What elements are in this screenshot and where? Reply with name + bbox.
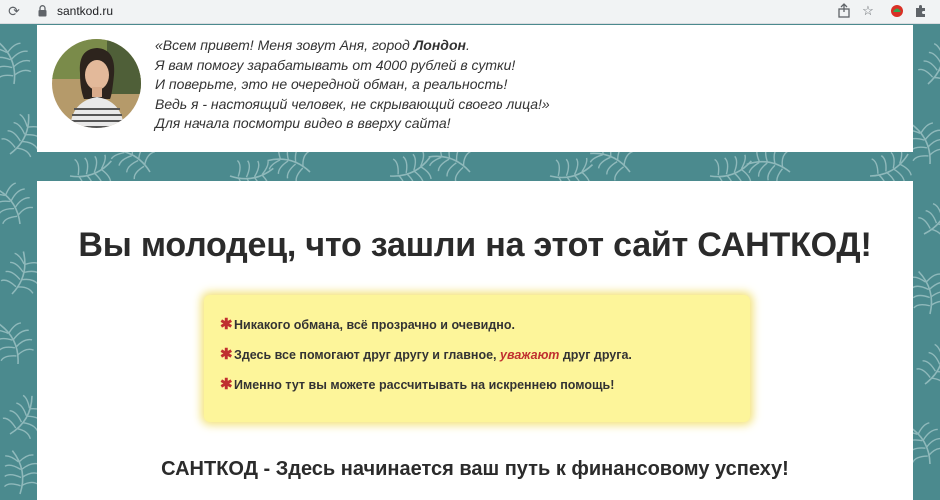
browser-toolbar: ⟳ santkod.ru ☆ — [0, 0, 940, 24]
share-icon[interactable] — [836, 3, 852, 19]
address-bar[interactable]: santkod.ru — [30, 2, 830, 21]
intro-line-5: Для начала посмотри видео в вверху сайта… — [155, 115, 451, 131]
intro-line-1: «Всем привет! Меня зовут Аня, город Лонд… — [155, 37, 470, 53]
notice-item-3: ✱Именно тут вы можете рассчитывать на ис… — [220, 376, 615, 393]
lock-icon — [38, 5, 47, 17]
notice-item-2: ✱Здесь все помогают друг другу и главное… — [220, 346, 632, 363]
reload-icon[interactable]: ⟳ — [6, 3, 22, 19]
notice-item-1: ✱Никакого обмана, всё прозрачно и очевид… — [220, 316, 515, 333]
intro-line-4: Ведь я - настоящий человек, не скрывающи… — [155, 95, 550, 112]
star-icon[interactable]: ☆ — [860, 3, 876, 19]
asterisk-icon: ✱ — [220, 346, 233, 363]
asterisk-icon: ✱ — [220, 316, 233, 333]
intro-quote: «Всем привет! Меня зовут Аня, город Лонд… — [155, 36, 550, 134]
notice-box: ✱Никакого обмана, всё прозрачно и очевид… — [204, 295, 750, 422]
tagline: САНТКОД - Здесь начинается ваш путь к фи… — [161, 458, 789, 480]
asterisk-icon: ✱ — [220, 376, 233, 393]
highlight-word: уважают — [500, 348, 560, 362]
intro-line-3: И поверьте, это не очередной обман, а ре… — [155, 76, 508, 92]
puzzle-icon[interactable] — [913, 3, 929, 19]
author-avatar — [52, 39, 141, 128]
main-card: Вы молодец, что зашли на этот сайт САНТК… — [37, 181, 913, 500]
city-name: Лондон — [413, 37, 466, 53]
intro-line-2: Я вам помогу зарабатывать от 4000 рублей… — [155, 56, 516, 73]
page-background: «Всем привет! Меня зовут Аня, город Лонд… — [0, 24, 940, 500]
extension-icon[interactable] — [889, 3, 905, 19]
page-headline: Вы молодец, что зашли на этот сайт САНТК… — [78, 226, 872, 264]
intro-card: «Всем привет! Меня зовут Аня, город Лонд… — [37, 25, 913, 152]
url-text: santkod.ru — [57, 4, 114, 18]
